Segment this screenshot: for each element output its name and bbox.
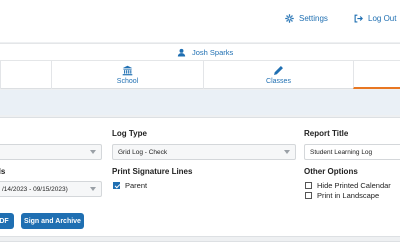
checkbox-checked[interactable] bbox=[113, 182, 120, 189]
checkbox-unchecked[interactable] bbox=[305, 192, 312, 199]
institution-icon bbox=[122, 65, 133, 76]
chevron-down-icon bbox=[90, 187, 96, 191]
pencil-icon bbox=[274, 66, 283, 75]
log-type-select[interactable]: Grid Log - Check bbox=[112, 144, 296, 160]
log-type-label: Log Type bbox=[112, 129, 147, 138]
signature-lines-label: Print Signature Lines bbox=[112, 167, 193, 176]
gear-icon bbox=[285, 14, 294, 23]
chevron-down-icon bbox=[284, 150, 290, 154]
tab-active[interactable] bbox=[353, 61, 400, 89]
user-bar: Josh Sparks bbox=[0, 43, 400, 61]
period-label: ds bbox=[0, 167, 6, 176]
settings-label: Settings bbox=[299, 14, 328, 23]
nav-tabs: School Classes bbox=[0, 61, 400, 89]
pdf-button[interactable]: DF bbox=[0, 213, 14, 229]
report-title-label: Report Title bbox=[304, 129, 349, 138]
user-icon bbox=[177, 48, 186, 57]
sign-archive-label: Sign and Archive bbox=[24, 217, 81, 225]
parent-label: Parent bbox=[125, 181, 148, 190]
tab-classes[interactable]: Classes bbox=[203, 61, 353, 89]
tab-classes-label: Classes bbox=[266, 78, 291, 85]
tab-school[interactable]: School bbox=[51, 61, 203, 89]
landscape-label: Print in Landscape bbox=[317, 191, 380, 200]
chevron-down-icon bbox=[90, 150, 96, 154]
parent-checkbox[interactable]: Parent bbox=[113, 181, 147, 190]
period-select[interactable]: /14/2023 - 09/15/2023) bbox=[0, 181, 102, 197]
checkbox-unchecked[interactable] bbox=[305, 182, 312, 189]
sign-archive-button[interactable]: Sign and Archive bbox=[21, 213, 84, 229]
tab-previous[interactable] bbox=[0, 61, 51, 89]
pdf-button-label: DF bbox=[0, 217, 9, 225]
section-band bbox=[0, 90, 400, 115]
logout-link[interactable]: Log Out bbox=[354, 14, 396, 23]
bottom-panel-edge bbox=[0, 241, 400, 250]
sign-out-icon bbox=[354, 14, 363, 23]
top-header: Settings Log Out bbox=[0, 0, 400, 42]
print-options-panel: Log Type Grid Log - Check Report Title S… bbox=[0, 117, 400, 237]
first-select[interactable] bbox=[0, 144, 102, 160]
other-options-label: Other Options bbox=[304, 167, 358, 176]
period-value: /14/2023 - 09/15/2023) bbox=[2, 186, 68, 193]
log-type-value: Grid Log - Check bbox=[118, 149, 168, 156]
hide-calendar-checkbox[interactable]: Hide Printed Calendar bbox=[305, 181, 391, 190]
hide-calendar-label: Hide Printed Calendar bbox=[317, 181, 391, 190]
settings-link[interactable]: Settings bbox=[285, 14, 328, 23]
user-menu[interactable]: Josh Sparks bbox=[177, 48, 233, 57]
tab-school-label: School bbox=[116, 78, 139, 85]
logout-label: Log Out bbox=[368, 14, 397, 23]
user-name: Josh Sparks bbox=[192, 48, 234, 57]
report-title-input[interactable]: Student Learning Log bbox=[304, 144, 400, 160]
report-title-value: Student Learning Log bbox=[310, 149, 373, 156]
landscape-checkbox[interactable]: Print in Landscape bbox=[305, 191, 379, 200]
